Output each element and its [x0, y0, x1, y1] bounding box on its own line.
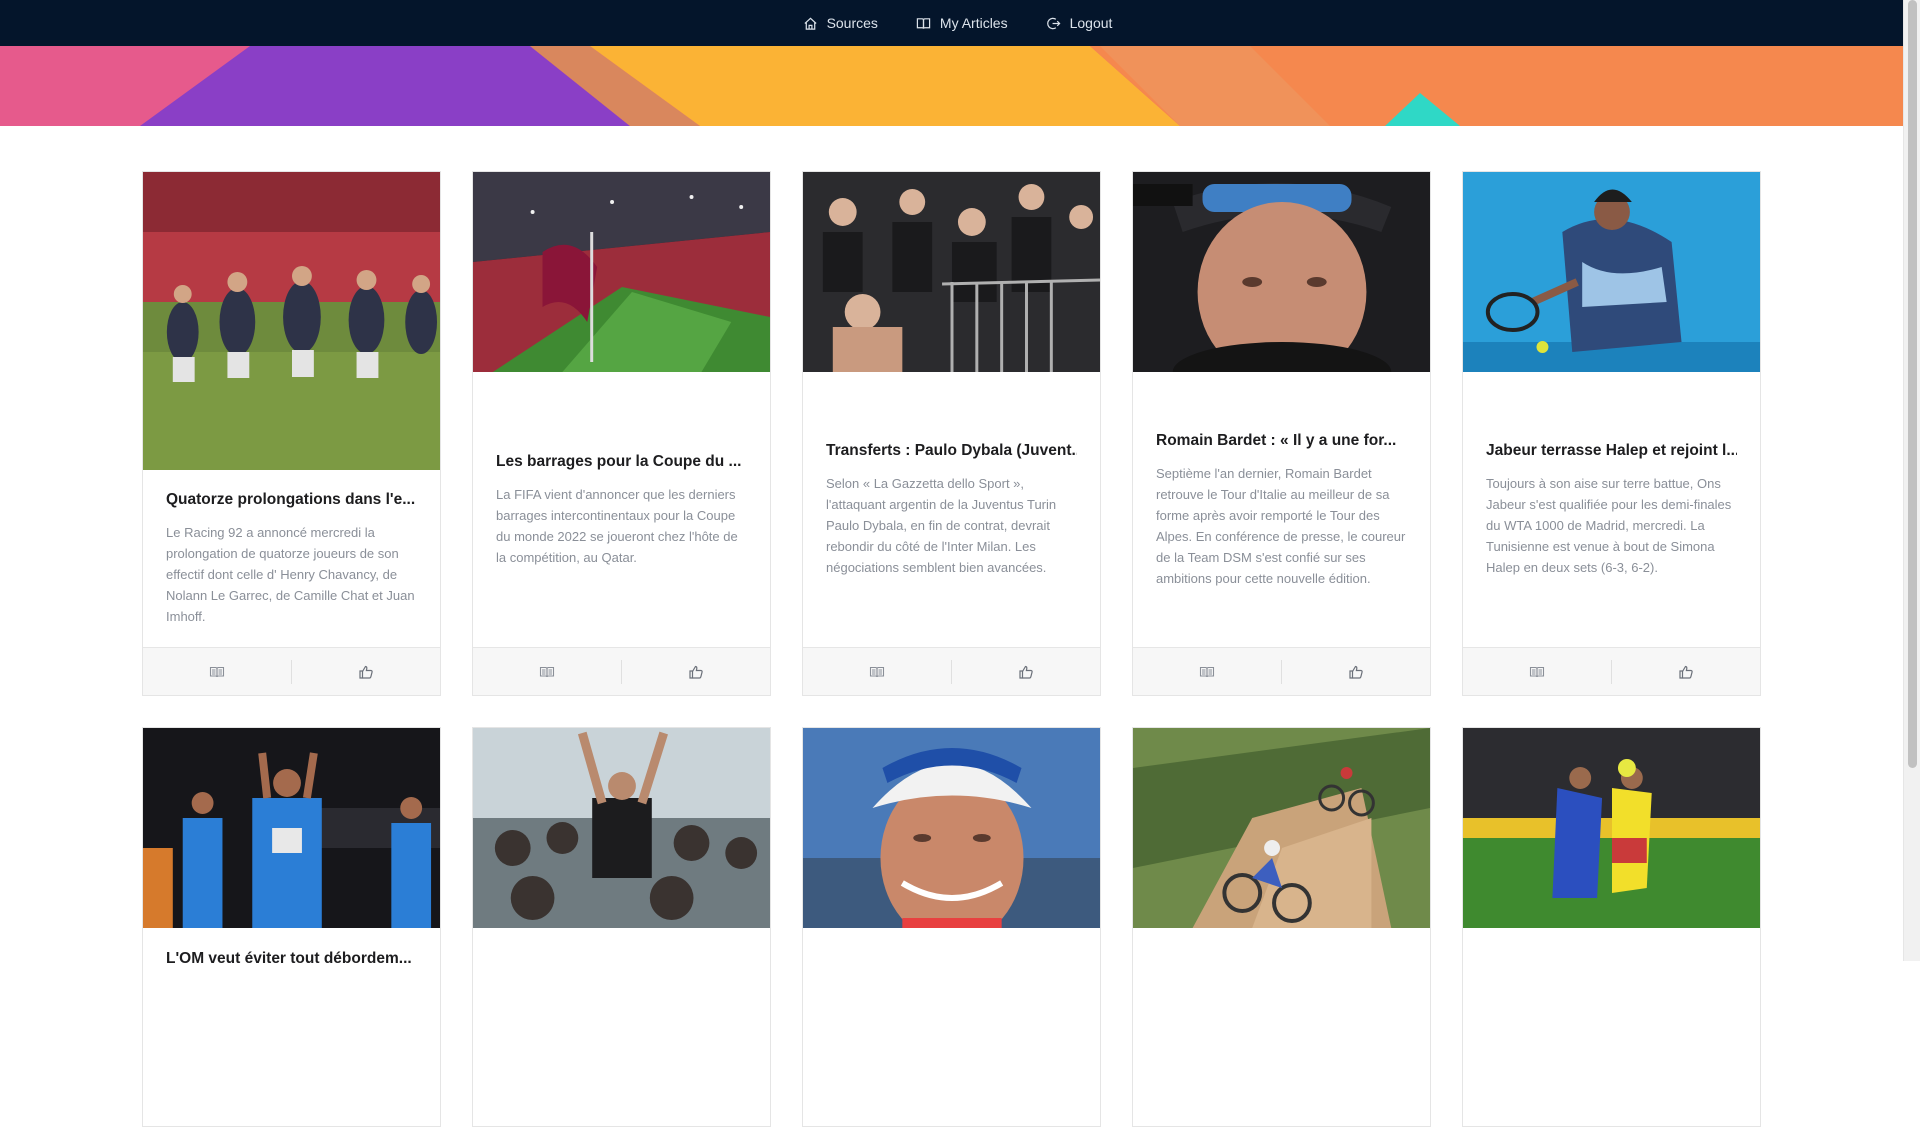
article-card	[802, 727, 1101, 1127]
logout-icon	[1046, 17, 1061, 29]
article-title[interactable]: Quatorze prolongations dans l'e...	[166, 490, 417, 510]
card-footer	[803, 647, 1100, 695]
articles-grid: Quatorze prolongations dans l'e... Le Ra…	[142, 171, 1761, 1127]
like-article-button[interactable]	[1281, 659, 1430, 684]
book-icon	[916, 17, 931, 29]
card-footer	[1133, 647, 1430, 695]
nav-my-articles[interactable]: My Articles	[916, 15, 1008, 31]
nav-sources[interactable]: Sources	[803, 15, 878, 31]
article-card: L'OM veut éviter tout débordem...	[142, 727, 441, 1127]
article-card	[1462, 727, 1761, 1127]
thumbs-up-icon	[359, 665, 373, 679]
book-icon	[869, 666, 885, 677]
like-article-button[interactable]	[1611, 659, 1760, 684]
page-scrollbar[interactable]	[1903, 0, 1920, 961]
card-footer	[473, 647, 770, 695]
thumbs-up-icon	[1349, 665, 1363, 679]
surfer-crowd-photo[interactable]	[473, 728, 770, 928]
article-title[interactable]: Transferts : Paulo Dybala (Juvent...	[826, 441, 1077, 461]
read-article-button[interactable]	[473, 660, 621, 684]
card-body: Quatorze prolongations dans l'e... Le Ra…	[143, 470, 440, 647]
book-icon	[1199, 666, 1215, 677]
card-body: Les barrages pour la Coupe du ... La FIF…	[473, 372, 770, 647]
mountain-bike-photo[interactable]	[1133, 728, 1430, 928]
nav-my-articles-label: My Articles	[939, 15, 1008, 31]
article-title[interactable]: Jabeur terrasse Halep et rejoint l...	[1486, 441, 1737, 461]
article-description: Septième l'an dernier, Romain Bardet ret…	[1156, 465, 1406, 586]
qatar-stadium-photo[interactable]	[473, 172, 770, 372]
book-icon	[539, 666, 555, 677]
om-players-photo[interactable]	[143, 728, 440, 928]
nav-logout[interactable]: Logout	[1046, 15, 1113, 31]
cyclist-portrait-photo[interactable]	[1133, 172, 1430, 372]
nav-logout-label: Logout	[1069, 15, 1113, 31]
thumbs-up-icon	[1679, 665, 1693, 679]
like-article-button[interactable]	[621, 659, 770, 684]
article-description: Selon « La Gazzetta dello Sport », l'att…	[826, 476, 1057, 575]
article-description: La FIFA vient d'annoncer que les dernier…	[496, 486, 738, 565]
football-fans-photo[interactable]	[803, 172, 1100, 372]
read-article-button[interactable]	[1463, 660, 1611, 684]
article-title[interactable]: Les barrages pour la Coupe du ...	[496, 452, 747, 472]
cyclist-helmet-photo[interactable]	[803, 728, 1100, 928]
book-icon	[209, 666, 225, 677]
card-body: Jabeur terrasse Halep et rejoint l... To…	[1463, 372, 1760, 647]
article-card	[472, 727, 771, 1127]
rugby-players-photo[interactable]	[143, 172, 440, 470]
tennis-player-photo[interactable]	[1463, 172, 1760, 372]
top-navbar: Sources My Articles Logout	[0, 0, 1903, 46]
home-icon	[804, 17, 817, 30]
article-description: Le Racing 92 a annoncé mercredi la prolo…	[166, 525, 415, 624]
read-article-button[interactable]	[803, 660, 951, 684]
read-article-button[interactable]	[143, 660, 291, 684]
thumbs-up-icon	[1019, 665, 1033, 679]
card-body: Romain Bardet : « Il y a une for... Sept…	[1133, 372, 1430, 647]
nav-sources-label: Sources	[826, 15, 878, 31]
read-article-button[interactable]	[1133, 660, 1281, 684]
article-title[interactable]: Romain Bardet : « Il y a une for...	[1156, 431, 1407, 451]
article-card	[1132, 727, 1431, 1127]
article-card: Transferts : Paulo Dybala (Juvent... Sel…	[802, 171, 1101, 696]
article-card: Quatorze prolongations dans l'e... Le Ra…	[142, 171, 441, 696]
scrollbar-thumb[interactable]	[1908, 0, 1917, 768]
article-card: Les barrages pour la Coupe du ... La FIF…	[472, 171, 771, 696]
football-match-photo[interactable]	[1463, 728, 1760, 928]
article-description: Toujours à son aise sur terre battue, On…	[1486, 476, 1732, 575]
article-card: Jabeur terrasse Halep et rejoint l... To…	[1462, 171, 1761, 696]
like-article-button[interactable]	[951, 659, 1100, 684]
thumbs-up-icon	[689, 665, 703, 679]
article-card: Romain Bardet : « Il y a une for... Sept…	[1132, 171, 1431, 696]
card-body: Transferts : Paulo Dybala (Juvent... Sel…	[803, 372, 1100, 647]
book-icon	[1529, 666, 1545, 677]
card-footer	[143, 647, 440, 695]
card-footer	[1463, 647, 1760, 695]
like-article-button[interactable]	[291, 659, 440, 684]
hero-banner	[0, 46, 1903, 126]
article-title[interactable]: L'OM veut éviter tout débordem...	[166, 950, 416, 968]
